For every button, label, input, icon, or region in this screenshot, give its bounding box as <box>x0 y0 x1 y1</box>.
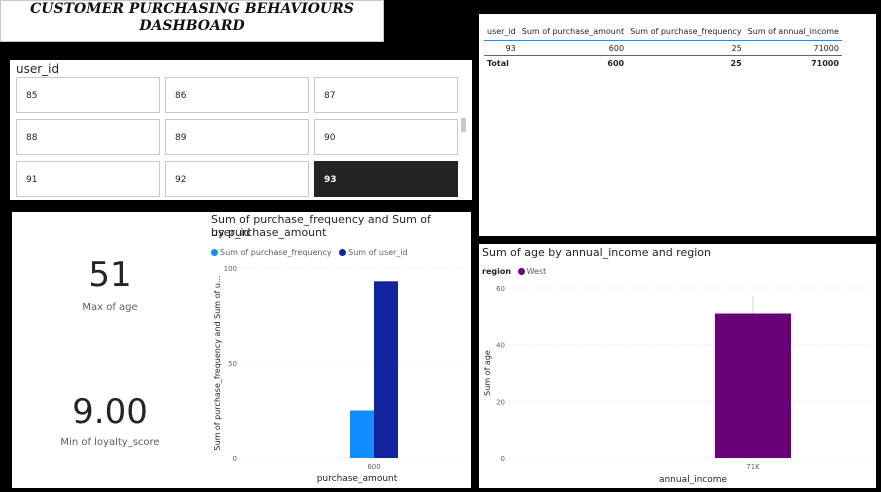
slicer-tile-87[interactable]: 87 <box>314 77 458 113</box>
y-tick-label: 0 <box>233 455 237 463</box>
table-header-cell[interactable]: user_id <box>484 22 519 41</box>
slicer-tile-89[interactable]: 89 <box>165 119 309 155</box>
table-header-cell[interactable]: Sum of purchase_amount <box>518 22 628 41</box>
y-axis-label: Sum of purchase_frequency and Sum of u..… <box>213 275 222 450</box>
dashboard-title-line1: CUSTOMER PURCHASING BEHAVIOURS <box>30 1 354 17</box>
table-total-cell: Total <box>484 55 519 70</box>
x-axis-label: purchase_amount <box>317 474 398 484</box>
kpi-panel: 51 Max of age 9.00 Min of loyalty_score <box>12 212 208 488</box>
purchase-bar-chart-panel: Sum of purchase_frequency and Sum of use… <box>208 212 471 488</box>
slicer-tile-91[interactable]: 91 <box>16 161 160 197</box>
bar-chart-svg: 0 50 100Sum of purchase_frequency and Sum … <box>213 265 466 484</box>
x-tick-label: 71K <box>746 463 760 471</box>
y-axis-label: Sum of age <box>483 350 492 396</box>
table-total-cell: 71000 <box>744 55 842 70</box>
summary-table: user_id Sum of purchase_amount Sum of purc… <box>484 22 842 70</box>
bar-sum-of-user-id <box>374 281 398 458</box>
slicer-tile-90[interactable]: 90 <box>314 119 458 155</box>
slicer-tile-88[interactable]: 88 <box>16 119 160 155</box>
slicer-tile-93[interactable]: 93 <box>314 161 458 197</box>
dashboard-title-line2: DASHBOARD <box>139 18 245 34</box>
table-header-cell[interactable]: Sum of purchase_frequency <box>627 22 745 41</box>
x-tick-label: 600 <box>367 463 380 471</box>
table-header-cell[interactable]: Sum of annual_income <box>744 22 842 41</box>
dashboard-title-box: CUSTOMER PURCHASING BEHAVIOURS DASHBOARD <box>0 0 384 42</box>
slicer-scrollbar[interactable] <box>461 118 466 132</box>
max-age-label: Max of age <box>82 302 138 313</box>
summary-table-panel: user_id Sum of purchase_amount Sum of purc… <box>479 14 876 236</box>
bar-sum-of-purchase-frequency <box>350 410 374 458</box>
table-body: 93 600 25 71000 Total 600 25 71000 <box>484 41 842 70</box>
table-row: 93 600 25 71000 <box>484 41 842 56</box>
y-tick-label: 0 <box>501 455 505 463</box>
age-chart-panel: Sum of age by annual_income and region r… <box>479 244 876 488</box>
y-tick-label: 60 <box>496 285 505 293</box>
table-cell: 25 <box>731 43 742 53</box>
bar-west <box>715 313 791 458</box>
y-tick-label: 100 <box>224 265 237 273</box>
table-cell: 600 <box>608 43 625 53</box>
max-age-value: 51 <box>88 255 132 295</box>
user-id-slicer: user_id 85 86 87 88 89 90 91 92 93 <box>10 60 472 200</box>
x-axis-label: annual_income <box>659 475 728 485</box>
slicer-tile-92[interactable]: 92 <box>165 161 309 197</box>
slicer-tile-85[interactable]: 85 <box>16 77 160 113</box>
min-loyalty-value: 9.00 <box>72 392 148 432</box>
table-header-row: user_id Sum of purchase_amount Sum of purc… <box>484 22 842 41</box>
slicer-title: user_id <box>16 62 60 76</box>
table-total-cell: 600 <box>518 55 628 70</box>
table-total-row: Total 600 25 71000 <box>484 55 842 70</box>
age-chart-svg: 0 20 40 60 Sum of age 71K annual_income <box>483 285 871 485</box>
y-tick-label: 40 <box>496 342 505 350</box>
y-tick-label: 20 <box>496 398 505 406</box>
table-cell: 71000 <box>813 43 839 53</box>
min-loyalty-label: Min of loyalty_score <box>60 437 160 448</box>
slicer-tile-86[interactable]: 86 <box>165 77 309 113</box>
table-cell: 93 <box>505 43 516 53</box>
table-total-cell: 25 <box>627 55 745 70</box>
y-tick-label: 50 <box>228 360 237 368</box>
